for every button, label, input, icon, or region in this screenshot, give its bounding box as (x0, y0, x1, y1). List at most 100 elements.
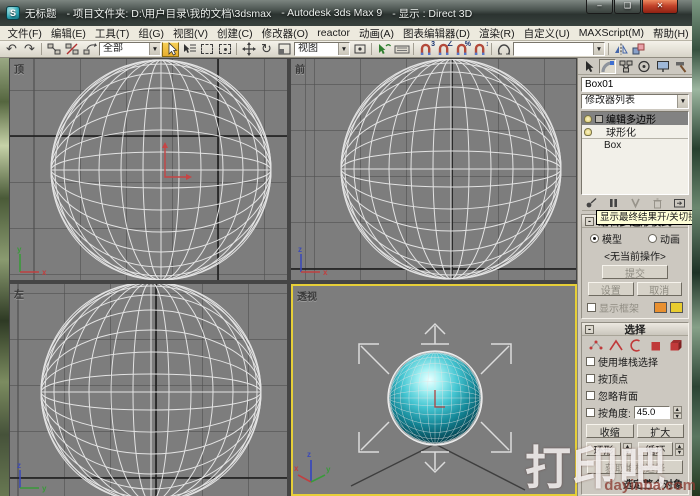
commit-button[interactable]: 提交 (602, 265, 668, 280)
undo-button[interactable]: ↶ (3, 42, 20, 57)
use-stack-selection-checkbox[interactable] (586, 357, 595, 366)
viewport-left[interactable]: 左 z y (10, 284, 287, 496)
visibility-bulb-icon[interactable] (584, 114, 592, 123)
angle-spinner[interactable]: ▲ ▼ (672, 406, 682, 419)
unlink-selection-button[interactable] (63, 42, 80, 57)
pin-stack-button[interactable] (582, 196, 600, 209)
show-cage-checkbox[interactable] (587, 303, 596, 312)
viewport-perspective[interactable]: z x y 透视 (291, 284, 577, 496)
selection-filter-dropdown[interactable]: 全部 ▼ (99, 42, 161, 56)
viewport-top[interactable]: 顶 y x (10, 59, 287, 280)
menu-item-help[interactable]: 帮助(H) (649, 26, 694, 41)
polygon-subobject-button[interactable] (648, 339, 663, 352)
tab-hierarchy[interactable] (617, 59, 635, 74)
named-selection-dropdown[interactable]: ▼ (513, 42, 605, 56)
bind-to-space-warp-button[interactable] (81, 42, 98, 57)
viewport-label-perspective[interactable]: 透视 (297, 288, 317, 303)
grow-button[interactable]: 扩大 (636, 424, 684, 439)
element-subobject-button[interactable] (668, 339, 683, 352)
animate-radio[interactable] (648, 234, 657, 243)
cancel-button[interactable]: 取消 (636, 282, 682, 297)
redo-button[interactable]: ↷ (21, 42, 38, 57)
modifier-list-dropdown[interactable]: 修改器列表 ▼ (581, 94, 689, 109)
select-and-scale-button[interactable] (276, 42, 293, 57)
chevron-down-icon[interactable]: ▼ (677, 95, 688, 108)
viewport-label-left[interactable]: 左 (14, 286, 24, 301)
named-selection-sets-button[interactable] (495, 42, 512, 57)
ignore-backfacing-checkbox[interactable] (586, 391, 595, 400)
menu-item-maxscript[interactable]: MAXScript(M) (574, 27, 648, 39)
tab-modify[interactable] (598, 59, 616, 74)
window-crossing-button[interactable] (216, 42, 233, 57)
select-object-button[interactable] (162, 41, 179, 57)
collapse-icon[interactable]: - (585, 324, 594, 334)
chevron-down-icon[interactable]: ▼ (593, 43, 604, 55)
menu-item-group[interactable]: 组(G) (134, 26, 169, 41)
transform-gizmo[interactable] (162, 142, 192, 180)
object-name-field[interactable] (581, 77, 692, 92)
ring-button[interactable]: 环形 (586, 442, 621, 457)
menu-item-graph-editors[interactable]: 图表编辑器(D) (398, 26, 474, 41)
model-radio[interactable] (590, 234, 599, 243)
rollout-header-selection[interactable]: - 选择 (582, 323, 688, 336)
align-button[interactable] (630, 42, 647, 57)
settings-button[interactable]: 设置 (588, 282, 634, 297)
select-and-move-button[interactable] (240, 42, 257, 57)
border-subobject-button[interactable] (628, 339, 643, 352)
chevron-down-icon[interactable]: ▼ (338, 43, 349, 55)
menu-item-edit[interactable]: 编辑(E) (46, 26, 90, 41)
select-and-rotate-button[interactable]: ↻ (258, 42, 275, 57)
loop-spinner[interactable]: ▲ ▼ (675, 442, 684, 456)
select-and-link-button[interactable] (45, 42, 62, 57)
visibility-bulb-icon[interactable] (584, 127, 592, 136)
tab-utilities[interactable] (673, 59, 691, 74)
shrink-button[interactable]: 收缩 (586, 424, 634, 439)
select-and-manipulate-button[interactable] (375, 42, 392, 57)
cage-color-swatch[interactable] (654, 302, 667, 313)
mirror-button[interactable] (612, 42, 629, 57)
percent-snap-button[interactable]: % (453, 41, 471, 57)
tab-motion[interactable] (636, 59, 654, 74)
ring-spinner[interactable]: ▲ ▼ (623, 442, 632, 456)
get-stack-selection-button[interactable]: 获取堆栈选择 (587, 460, 683, 475)
menu-item-rendering[interactable]: 渲染(R) (475, 26, 520, 41)
snap-toggle-button[interactable]: 3 (417, 41, 435, 57)
viewport-label-top[interactable]: 顶 (14, 61, 24, 76)
chevron-down-icon[interactable]: ▼ (149, 43, 160, 55)
rectangular-selection-region-button[interactable] (198, 42, 215, 57)
cage-selected-color-swatch[interactable] (670, 302, 683, 313)
vertex-subobject-button[interactable] (588, 339, 603, 352)
minimize-button[interactable]: – (586, 0, 613, 14)
configure-modifier-sets-button[interactable] (670, 196, 688, 209)
spinner-snap-button[interactable]: ↕ (471, 41, 489, 57)
loop-button[interactable]: 循环 (638, 442, 673, 457)
by-vertex-checkbox[interactable] (586, 374, 595, 383)
menu-item-file[interactable]: 文件(F) (3, 26, 46, 41)
angle-value-field[interactable] (633, 406, 670, 419)
reference-coordinate-dropdown[interactable]: 视图 ▼ (294, 42, 350, 56)
edge-subobject-button[interactable] (608, 339, 623, 352)
make-unique-button[interactable] (626, 196, 644, 209)
tab-display[interactable] (654, 59, 672, 74)
viewport-front[interactable]: 前 z x (291, 59, 576, 280)
close-button[interactable]: ✕ (642, 0, 678, 14)
angle-snap-button[interactable]: ∠ (435, 41, 453, 57)
by-angle-checkbox[interactable] (586, 408, 595, 417)
stack-item-box[interactable]: Box (582, 138, 688, 151)
show-end-result-button[interactable] (604, 196, 622, 209)
menu-item-create[interactable]: 创建(C) (213, 26, 258, 41)
menu-item-customize[interactable]: 自定义(U) (519, 26, 574, 41)
tab-create[interactable] (580, 59, 598, 74)
select-by-name-button[interactable] (180, 42, 197, 57)
stack-item-spherify[interactable]: 球形化 (582, 125, 688, 139)
remove-modifier-button[interactable] (648, 196, 666, 209)
menu-item-views[interactable]: 视图(V) (169, 26, 213, 41)
menu-item-reactor[interactable]: reactor (313, 27, 355, 39)
use-pivot-center-button[interactable] (351, 42, 368, 57)
menu-item-tools[interactable]: 工具(T) (90, 26, 133, 41)
viewport-label-front[interactable]: 前 (295, 61, 305, 76)
menu-item-modifiers[interactable]: 修改器(O) (257, 26, 313, 41)
keyboard-shortcut-override-button[interactable] (393, 42, 410, 57)
maximize-button[interactable]: ❑ (614, 0, 641, 14)
menu-item-animation[interactable]: 动画(A) (354, 26, 398, 41)
